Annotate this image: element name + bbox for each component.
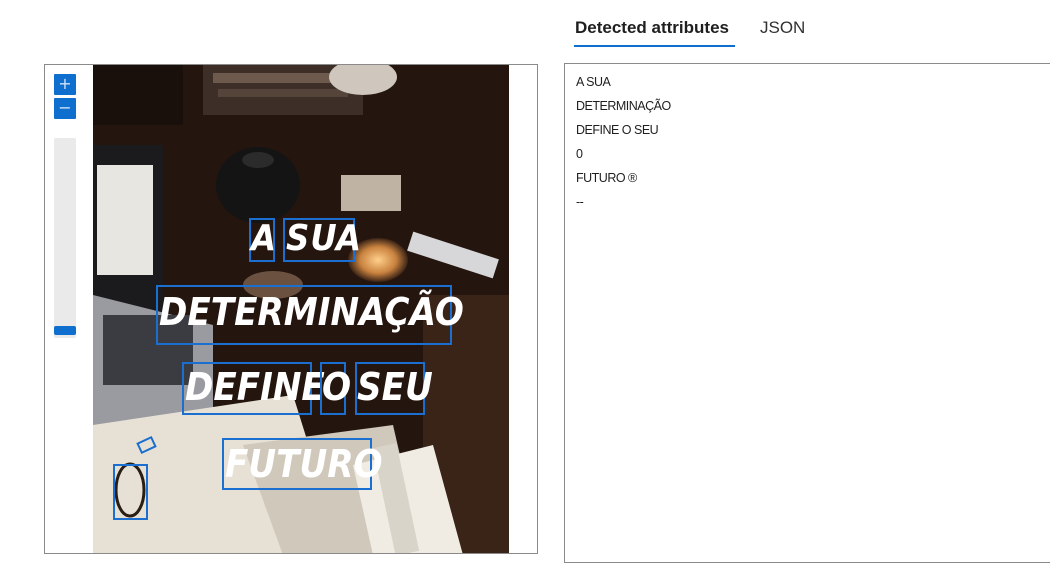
detected-attributes-panel: A SUA DETERMINAÇÃO DEFINE O SEU 0 FUTURO…	[564, 63, 1050, 563]
tab-json[interactable]: JSON	[760, 18, 805, 38]
detected-line: --	[576, 195, 584, 209]
ocr-word-a: A	[251, 218, 278, 259]
zoom-in-button[interactable]: +	[54, 74, 76, 95]
ocr-word-futuro: FUTURO	[225, 442, 383, 486]
detected-line: DETERMINAÇÃO	[576, 99, 671, 113]
ocr-word-seu: SEU	[357, 365, 433, 409]
zoom-slider-track[interactable]	[54, 138, 76, 338]
tab-detected-attributes[interactable]: Detected attributes	[575, 18, 729, 38]
detected-line: FUTURO ®	[576, 171, 637, 185]
bbox-word-zero[interactable]	[113, 464, 148, 520]
detected-lines-list: A SUA DETERMINAÇÃO DEFINE O SEU 0 FUTURO…	[576, 76, 671, 220]
image-viewer: + − A SUA DETERMINAÇÃO DEFINE O SEU FUTU…	[44, 64, 538, 554]
active-tab-indicator	[574, 45, 735, 47]
zoom-out-button[interactable]: −	[54, 98, 76, 119]
ocr-word-o: O	[322, 365, 353, 409]
zoom-slider-thumb[interactable]	[54, 326, 76, 335]
analyzed-photo: A SUA DETERMINAÇÃO DEFINE O SEU FUTURO	[93, 65, 509, 553]
detected-line: 0	[576, 147, 583, 161]
detected-line: DEFINE O SEU	[576, 123, 659, 137]
ocr-word-sua: SUA	[286, 218, 363, 259]
ocr-word-determinacao: DETERMINAÇÃO	[159, 290, 464, 334]
detected-line: A SUA	[576, 75, 611, 89]
ocr-word-define: DEFINE	[185, 365, 325, 409]
